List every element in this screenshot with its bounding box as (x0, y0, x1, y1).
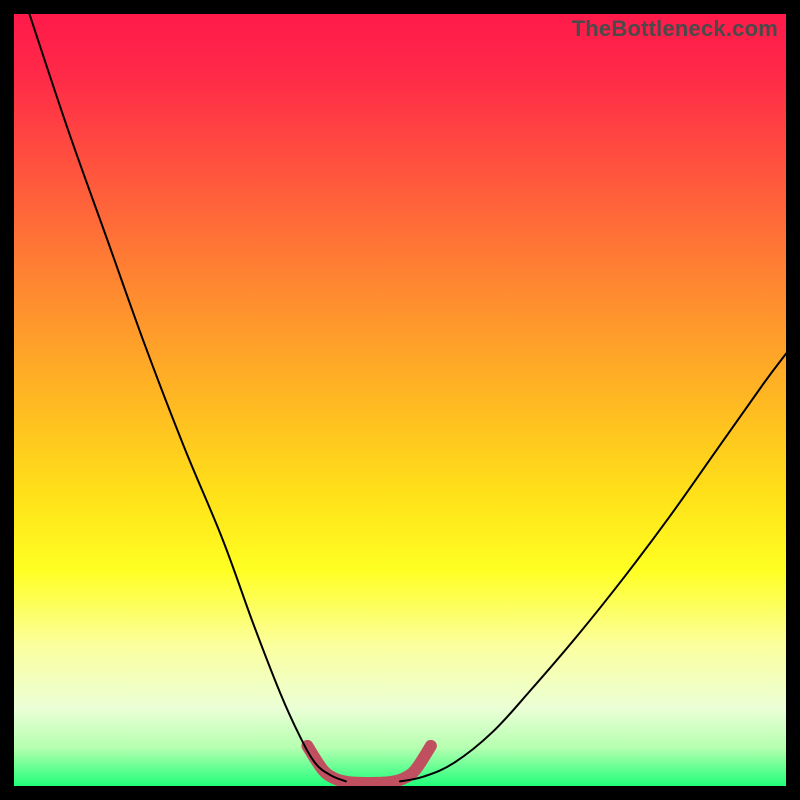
series-valley-bracket (307, 746, 431, 783)
curve-layer (14, 14, 786, 786)
series-left-curve (29, 14, 346, 781)
plot-area: TheBottleneck.com (14, 14, 786, 786)
series-right-curve (400, 354, 786, 782)
chart-frame: TheBottleneck.com (0, 0, 800, 800)
